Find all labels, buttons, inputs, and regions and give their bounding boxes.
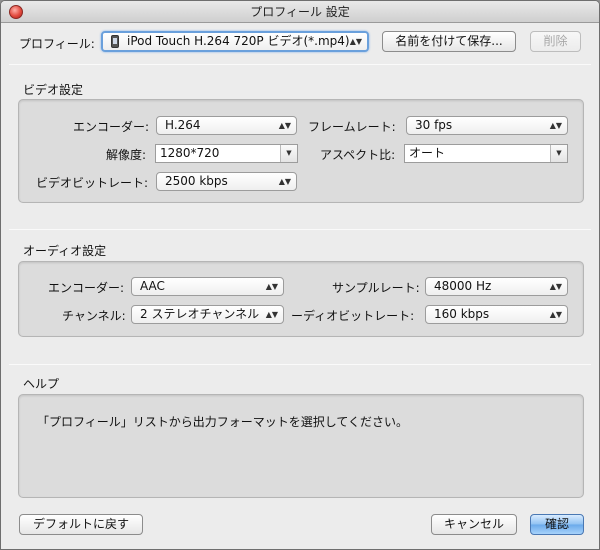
cancel-button[interactable]: キャンセル [431,514,517,535]
video-encoder-value: H.264 [165,118,201,132]
audio-section-title: オーディオ設定 [23,244,107,258]
divider [9,64,591,65]
select-arrows-icon: ▲▼ [349,36,362,46]
profile-label: プロフィール: [19,37,95,51]
resolution-label: 解像度: [106,148,147,162]
audio-encoder-label: エンコーダー: [48,281,125,295]
channel-value: 2 ステレオチャンネル [140,307,260,321]
save-as-button[interactable]: 名前を付けて保存... [382,31,516,52]
select-arrows-icon: ▲▼ [549,120,562,130]
video-bitrate-label: ビデオビットレート: [36,176,149,190]
confirm-button[interactable]: 確認 [530,514,584,535]
aspect-ratio-combo[interactable]: オート ▼ [404,144,568,163]
audio-encoder-select[interactable]: AAC ▲▼ [131,277,284,296]
aspect-ratio-value: オート [409,146,446,160]
profile-settings-window: プロフィール 設定 プロフィール: iPod Touch H.264 720P … [0,0,600,550]
resolution-value: 1280*720 [160,146,220,160]
aspect-ratio-label: アスペクト比: [320,148,396,162]
framerate-value: 30 fps [415,118,453,132]
video-settings-group: エンコーダー: H.264 ▲▼ フレームレート: 30 fps ▲▼ 解像度:… [18,99,584,203]
profile-row: プロフィール: iPod Touch H.264 720P ビデオ(*.mp4)… [1,31,599,55]
samplerate-select[interactable]: 48000 Hz ▲▼ [425,277,568,296]
audio-bitrate-select[interactable]: 160 kbps ▲▼ [425,305,568,324]
chevron-down-icon[interactable]: ▼ [280,145,297,162]
delete-button[interactable]: 削除 [530,31,581,52]
divider [9,364,591,365]
ipod-touch-icon [111,35,119,48]
restore-default-button[interactable]: デフォルトに戻す [19,514,143,535]
samplerate-value: 48000 Hz [434,279,492,293]
window-title: プロフィール 設定 [250,5,350,19]
video-encoder-select[interactable]: H.264 ▲▼ [156,116,297,135]
close-button[interactable] [9,5,23,19]
channel-select[interactable]: 2 ステレオチャンネル ▲▼ [131,305,284,324]
audio-settings-group: エンコーダー: AAC ▲▼ サンプルレート: 48000 Hz ▲▼ チャンネ… [18,261,584,337]
framerate-label: フレームレート: [308,120,396,134]
samplerate-label: サンプルレート: [332,281,420,295]
divider [9,229,591,230]
select-arrows-icon: ▲▼ [265,309,278,319]
help-group [18,394,584,498]
chevron-down-icon[interactable]: ▼ [550,145,567,162]
audio-bitrate-label: ーディオビットレート: [291,309,415,323]
video-section-title: ビデオ設定 [23,83,84,97]
select-arrows-icon: ▲▼ [549,281,562,291]
help-section-title: ヘルプ [23,377,60,391]
title-bar[interactable]: プロフィール 設定 [1,1,599,23]
help-text: 「プロフィール」リストから出力フォーマットを選択してください。 [37,415,409,429]
select-arrows-icon: ▲▼ [278,120,291,130]
resolution-combo[interactable]: 1280*720 ▼ [155,144,298,163]
audio-encoder-value: AAC [140,279,165,293]
profile-select-value: iPod Touch H.264 720P ビデオ(*.mp4) [127,34,350,48]
select-arrows-icon: ▲▼ [265,281,278,291]
video-bitrate-select[interactable]: 2500 kbps ▲▼ [156,172,297,191]
profile-select[interactable]: iPod Touch H.264 720P ビデオ(*.mp4) ▲▼ [101,31,369,52]
audio-bitrate-value: 160 kbps [434,307,490,321]
framerate-select[interactable]: 30 fps ▲▼ [406,116,568,135]
channel-label: チャンネル: [62,309,126,323]
select-arrows-icon: ▲▼ [278,176,291,186]
video-encoder-label: エンコーダー: [73,120,150,134]
select-arrows-icon: ▲▼ [549,309,562,319]
video-bitrate-value: 2500 kbps [165,174,228,188]
